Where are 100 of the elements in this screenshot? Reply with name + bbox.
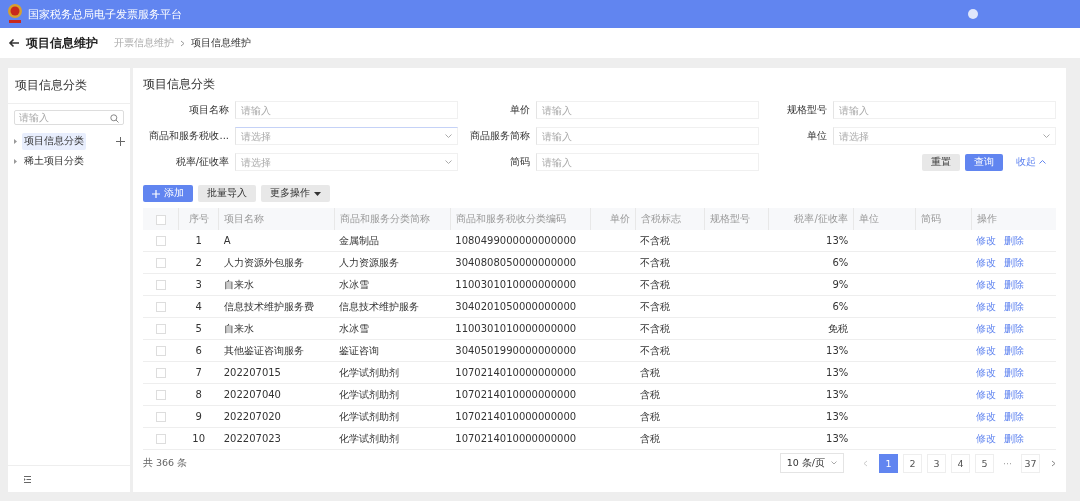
page-button[interactable]: 1 <box>878 453 898 473</box>
input-field[interactable]: 请输入 <box>536 153 759 171</box>
table-cell: 鉴证咨询 <box>339 344 380 356</box>
edit-link[interactable]: 修改 <box>976 344 997 356</box>
more-actions-button[interactable]: 更多操作 <box>261 185 330 202</box>
caret-down-icon[interactable] <box>314 191 321 196</box>
edit-link[interactable]: 修改 <box>976 300 997 312</box>
user-avatar-icon[interactable] <box>968 9 978 19</box>
row-checkbox[interactable] <box>155 390 166 400</box>
page-button[interactable]: 4 <box>950 453 970 473</box>
breadcrumb-item[interactable]: 开票信息维护 <box>114 36 174 50</box>
table-cell: 化学试剂助剂 <box>339 432 400 444</box>
page-button[interactable]: 37 <box>1021 453 1040 473</box>
section-title: 项目信息分类 <box>143 76 216 93</box>
table-cell: 1070214010000000000 <box>455 411 577 422</box>
row-checkbox[interactable] <box>155 368 166 378</box>
table-cell: 水冰雪 <box>339 278 370 290</box>
select-all-checkbox[interactable] <box>155 214 166 225</box>
delete-link[interactable]: 删除 <box>1004 300 1025 312</box>
table-cell: 信息技术维护服务费 <box>223 300 314 312</box>
chevron-down-icon[interactable] <box>830 461 837 465</box>
add-icon[interactable] <box>116 136 125 146</box>
select-field[interactable]: 请选择 <box>235 127 458 145</box>
table-cell: 自来水 <box>223 322 254 334</box>
table-cell: 不含税 <box>640 300 671 312</box>
page-size-select[interactable]: 10 条/页 <box>779 453 844 473</box>
delete-link[interactable]: 删除 <box>1004 322 1025 334</box>
delete-link[interactable]: 删除 <box>1004 410 1025 422</box>
table-cell: 免税 <box>828 322 849 334</box>
previous-page-icon[interactable] <box>862 459 868 467</box>
platform-title: 国家税务总局电子发票服务平台 <box>28 6 182 22</box>
edit-link[interactable]: 修改 <box>976 366 997 378</box>
table-cell: 6% <box>832 301 849 312</box>
row-checkbox[interactable] <box>155 258 166 268</box>
chevron-down-icon[interactable] <box>445 134 452 138</box>
search-field[interactable]: 请输入 <box>14 110 124 125</box>
delete-link[interactable]: 删除 <box>1004 278 1025 290</box>
row-checkbox[interactable] <box>155 412 166 422</box>
table-cell: 不含税 <box>640 278 671 290</box>
edit-link[interactable]: 修改 <box>976 278 997 290</box>
table-cell: 202207015 <box>223 367 281 378</box>
chevron-up-icon[interactable] <box>1039 160 1046 164</box>
row-checkbox[interactable] <box>155 302 166 312</box>
table-cell: 水冰雪 <box>339 322 370 334</box>
input-field[interactable]: 请输入 <box>536 127 759 145</box>
delete-link[interactable]: 删除 <box>1004 344 1025 356</box>
add-button[interactable]: 添加 <box>143 185 193 202</box>
delete-link[interactable]: 删除 <box>1004 234 1025 246</box>
chevron-down-icon[interactable] <box>445 160 452 164</box>
page-button[interactable]: 5 <box>974 453 994 473</box>
plus-icon[interactable] <box>152 189 160 198</box>
reset-button[interactable]: 重置 <box>922 153 960 171</box>
field-label: 项目名称 <box>188 103 229 117</box>
expand-caret-icon[interactable] <box>13 158 18 164</box>
table-cell: 202207020 <box>223 411 281 422</box>
edit-link[interactable]: 修改 <box>976 256 997 268</box>
chevron-down-icon[interactable] <box>1043 134 1050 138</box>
delete-link[interactable]: 删除 <box>1004 256 1025 268</box>
field-label: 简码 <box>509 155 530 169</box>
field-label: 商品服务简称 <box>469 129 530 143</box>
tree-item[interactable]: 项目信息分类 <box>22 132 86 150</box>
delete-link[interactable]: 删除 <box>1004 388 1025 400</box>
table-cell: 信息技术维护服务 <box>339 300 420 312</box>
row-checkbox[interactable] <box>155 346 166 356</box>
row-checkbox[interactable] <box>155 280 166 290</box>
delete-link[interactable]: 删除 <box>1004 432 1025 444</box>
delete-link[interactable]: 删除 <box>1004 366 1025 378</box>
edit-link[interactable]: 修改 <box>976 322 997 334</box>
edit-link[interactable]: 修改 <box>976 234 997 246</box>
table-cell: 含税 <box>640 366 661 378</box>
column-header: 商品和服务分类简称 <box>340 213 430 224</box>
table-cell: 化学试剂助剂 <box>339 410 400 422</box>
row-checkbox[interactable] <box>155 434 166 444</box>
search-icon[interactable] <box>110 114 119 123</box>
row-checkbox[interactable] <box>155 236 166 246</box>
table-cell: 1 <box>195 235 202 246</box>
table-cell: 人力资源外包服务 <box>223 256 304 268</box>
input-field[interactable]: 请输入 <box>833 101 1056 119</box>
expand-caret-icon[interactable] <box>13 138 18 144</box>
edit-link[interactable]: 修改 <box>976 432 997 444</box>
search-button[interactable]: 查询 <box>965 153 1003 171</box>
pagination-ellipsis[interactable]: ··· <box>998 457 1016 469</box>
input-field[interactable]: 请输入 <box>235 101 458 119</box>
table-cell: 13% <box>826 345 849 356</box>
collapse-menu-icon[interactable] <box>24 475 31 483</box>
table-cell: 8 <box>195 389 202 400</box>
row-checkbox[interactable] <box>155 324 166 334</box>
edit-link[interactable]: 修改 <box>976 410 997 422</box>
table-cell: 6% <box>832 257 849 268</box>
next-page-icon[interactable] <box>1051 459 1056 467</box>
tree-item[interactable]: 稀土项目分类 <box>22 152 86 170</box>
input-field[interactable]: 请输入 <box>536 101 759 119</box>
collapse-link[interactable]: 收起 <box>1008 153 1046 171</box>
back-arrow-icon[interactable] <box>8 38 20 48</box>
page-button[interactable]: 2 <box>902 453 922 473</box>
import-button[interactable]: 批量导入 <box>198 185 256 202</box>
table-cell: 3040501990000000000 <box>455 345 577 356</box>
edit-link[interactable]: 修改 <box>976 388 997 400</box>
breadcrumb-item: 项目信息维护 <box>191 36 251 50</box>
page-button[interactable]: 3 <box>926 453 946 473</box>
